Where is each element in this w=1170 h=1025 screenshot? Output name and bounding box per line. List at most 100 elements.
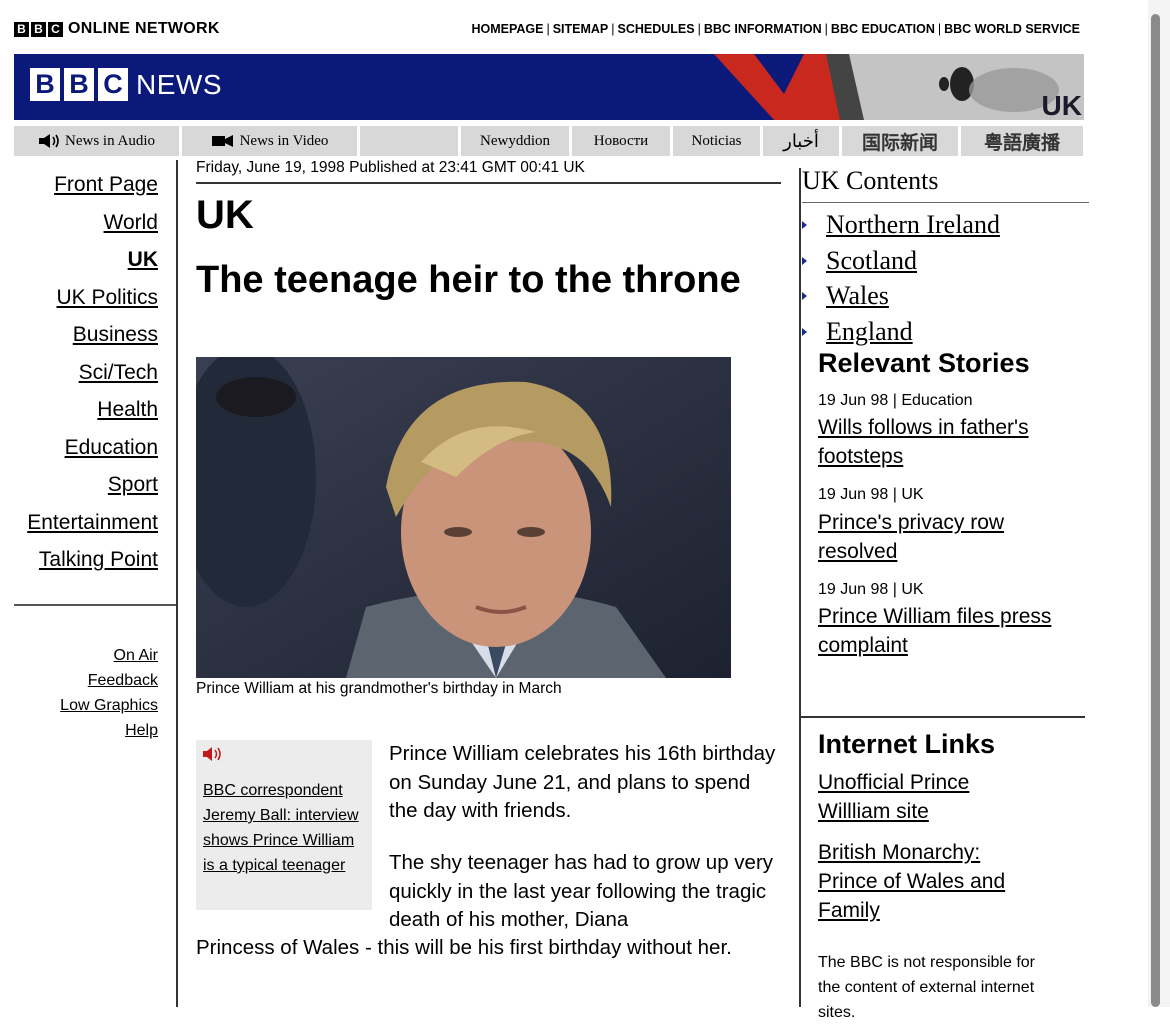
story-meta: 19 Jun 98 | UK	[818, 581, 924, 598]
column-divider	[176, 160, 178, 1007]
audio-clip-box: BBC correspondent Jeremy Ball: interview…	[196, 740, 372, 910]
column-divider	[799, 168, 801, 1007]
british-monarchy-link[interactable]: British Monarchy: Prince of Wales and Fa…	[818, 838, 1038, 925]
tab-news-in-audio[interactable]: News in Audio	[14, 126, 179, 156]
portrait-image	[196, 357, 731, 678]
article-photo	[196, 357, 731, 678]
section-title: UK	[196, 193, 254, 237]
bullet-icon	[802, 292, 807, 301]
bbc-news-logo[interactable]: B B C NEWS	[30, 68, 222, 101]
article-headline: The teenage heir to the throne	[196, 259, 741, 301]
article-paragraph: Prince William celebrates his 16th birth…	[389, 742, 776, 822]
relevant-stories-title: Relevant Stories	[818, 348, 1030, 378]
logo-letter: C	[48, 22, 63, 37]
logo-letter: B	[64, 68, 94, 101]
tab-arabic[interactable]: أخبار	[763, 126, 839, 156]
northern-ireland-link[interactable]: Northern Ireland	[826, 210, 1000, 240]
story-meta: 19 Jun 98 | UK	[818, 486, 924, 503]
bullet-icon	[802, 256, 807, 265]
nav-sci-tech[interactable]: Sci/Tech	[0, 354, 158, 392]
bbc-network-logo[interactable]: B B C	[14, 22, 63, 37]
low-graphics-link[interactable]: Low Graphics	[0, 693, 158, 718]
tab-news-in-video[interactable]: News in Video	[182, 126, 357, 156]
logo-letter: B	[31, 22, 46, 37]
bbc-information-link[interactable]: BBC INFORMATION	[704, 22, 822, 36]
tab-blank	[360, 126, 458, 156]
tab-label: News in Video	[239, 132, 329, 149]
network-links: HOMEPAGE | SITEMAP | SCHEDULES | BBC INFORMATI…	[471, 22, 1080, 36]
help-link[interactable]: Help	[0, 718, 158, 743]
speaker-icon	[39, 134, 59, 148]
england-link[interactable]: England	[826, 317, 913, 347]
bullet-icon	[802, 327, 807, 336]
nav-divider	[14, 604, 177, 606]
nav-talking-point[interactable]: Talking Point	[0, 541, 158, 579]
nav-uk[interactable]: UK	[0, 241, 158, 279]
bbc-education-link[interactable]: BBC EDUCATION	[831, 22, 935, 36]
tab-cantonese[interactable]: 粤語廣播	[961, 126, 1083, 156]
nav-entertainment[interactable]: Entertainment	[0, 504, 158, 542]
nav-world[interactable]: World	[0, 204, 158, 242]
homepage-link[interactable]: HOMEPAGE	[471, 22, 543, 36]
logo-letter: B	[14, 22, 29, 37]
nav-sport[interactable]: Sport	[0, 466, 158, 504]
tab-spanish[interactable]: Noticias	[673, 126, 760, 156]
uk-contents-divider	[802, 202, 1089, 203]
story-link[interactable]: Prince's privacy row resolved	[818, 508, 1080, 566]
tab-chinese[interactable]: 国际新闻	[842, 126, 958, 156]
list-item: Northern Ireland	[802, 207, 1000, 243]
tab-russian[interactable]: Новости	[572, 126, 670, 156]
article-paragraph: The shy teenager has had to grow up very…	[389, 851, 774, 931]
wales-link[interactable]: Wales	[826, 281, 889, 311]
tab-welsh[interactable]: Newyddion	[461, 126, 569, 156]
video-camera-icon	[211, 135, 233, 147]
separator: |	[824, 22, 828, 36]
separator: |	[697, 22, 701, 36]
article-dateline: Friday, June 19, 1998 Published at 23:41…	[196, 159, 585, 176]
story-link[interactable]: Prince William files press complaint	[818, 602, 1080, 660]
uk-contents-list: Northern Ireland Scotland Wales England	[802, 207, 1000, 350]
article-paragraph: Princess of Wales - this will be his fir…	[196, 936, 732, 959]
network-title: ONLINE NETWORK	[68, 20, 220, 37]
uk-contents-title: UK Contents	[802, 166, 939, 195]
photo-caption: Prince William at his grandmother's birt…	[196, 680, 562, 697]
story-link[interactable]: Wills follows in father's footsteps	[818, 413, 1080, 471]
nav-education[interactable]: Education	[0, 429, 158, 467]
separator: |	[546, 22, 550, 36]
story-meta: 19 Jun 98 | Education	[818, 392, 973, 409]
nav-uk-politics[interactable]: UK Politics	[0, 279, 158, 317]
internet-links-title: Internet Links	[818, 729, 996, 759]
utility-links: On Air Feedback Low Graphics Help	[0, 643, 158, 743]
bullet-icon	[802, 220, 807, 229]
tab-label: News in Audio	[65, 132, 155, 149]
banner-region-label: UK	[1041, 90, 1082, 120]
logo-news-text: NEWS	[136, 69, 222, 100]
scotland-link[interactable]: Scotland	[826, 246, 917, 276]
separator: |	[611, 22, 615, 36]
bbc-world-service-link[interactable]: BBC WORLD SERVICE	[944, 22, 1080, 36]
news-banner: B B C NEWS UK	[14, 54, 1084, 120]
nav-front-page[interactable]: Front Page	[0, 166, 158, 204]
language-tab-bar: News in Audio News in Video Newyddion Но…	[14, 126, 1084, 156]
logo-letter: C	[98, 68, 128, 101]
separator: |	[937, 22, 942, 36]
external-links-disclaimer: The BBC is not responsible for the conte…	[818, 954, 1035, 1021]
audio-clip-link[interactable]: BBC correspondent Jeremy Ball: interview…	[203, 778, 368, 878]
schedules-link[interactable]: SCHEDULES	[618, 22, 695, 36]
list-item: Scotland	[802, 243, 1000, 279]
unofficial-site-link[interactable]: Unofficial Prince Willliam site	[818, 768, 1018, 826]
network-bar: B B C ONLINE NETWORK HOMEPAGE | SITEMAP | SC…	[14, 18, 1084, 44]
list-item: Wales	[802, 278, 1000, 314]
logo-letter: B	[30, 68, 60, 101]
feedback-link[interactable]: Feedback	[0, 668, 158, 693]
right-divider	[800, 716, 1085, 718]
scrollbar-thumb[interactable]	[1151, 14, 1160, 1007]
dateline-divider	[196, 182, 781, 184]
section-nav: Front Page World UK UK Politics Business…	[0, 166, 158, 579]
on-air-link[interactable]: On Air	[0, 643, 158, 668]
list-item: England	[802, 314, 1000, 350]
speaker-icon[interactable]	[202, 746, 224, 762]
sitemap-link[interactable]: SITEMAP	[553, 22, 609, 36]
nav-business[interactable]: Business	[0, 316, 158, 354]
nav-health[interactable]: Health	[0, 391, 158, 429]
